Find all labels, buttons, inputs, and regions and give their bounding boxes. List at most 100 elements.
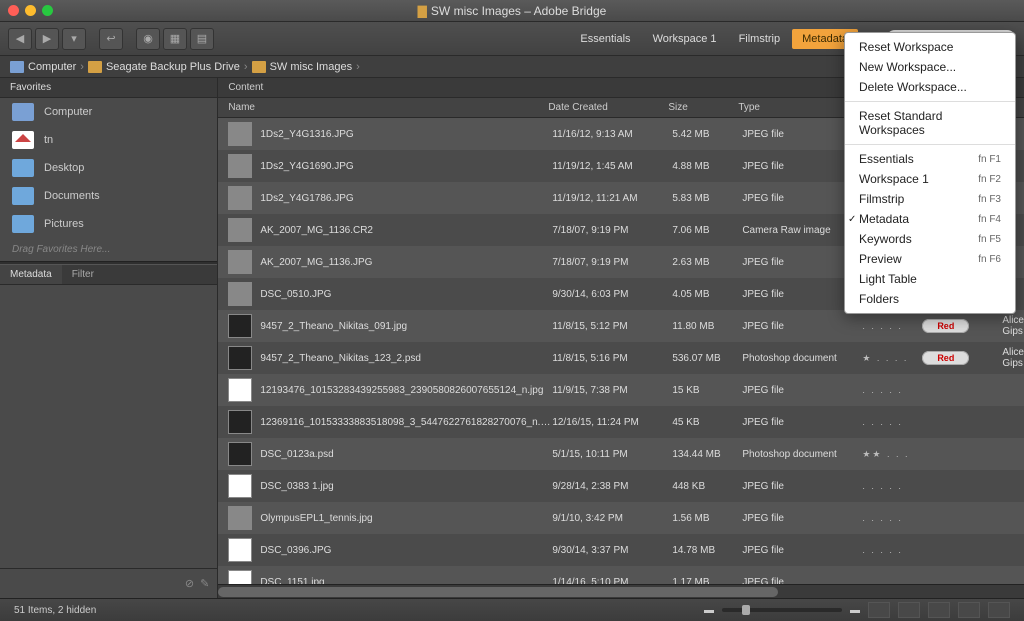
column-name[interactable]: Name [218, 102, 548, 113]
workspace-menu-item[interactable]: Previewfn F6 [845, 249, 1015, 269]
file-rating: . . . . . [862, 321, 922, 331]
workspace-menu-item[interactable]: Reset Workspace [845, 37, 1015, 57]
workspace-menu-item[interactable]: ✓Metadatafn F4 [845, 209, 1015, 229]
workspace-menu-item[interactable]: Workspace 1fn F2 [845, 169, 1015, 189]
file-size: 536.07 MB [672, 353, 742, 364]
favorite-item[interactable]: Desktop [0, 154, 217, 182]
file-row[interactable]: DSC_1151.jpg 1/14/16, 5:10 PM 1.17 MB JP… [218, 566, 1024, 584]
file-date: 9/28/14, 2:38 PM [552, 481, 672, 492]
folder-icon [12, 187, 34, 205]
thumbnail-slider[interactable] [722, 608, 842, 612]
file-date: 9/30/14, 6:03 PM [552, 289, 672, 300]
file-date: 5/1/15, 10:11 PM [552, 449, 672, 460]
file-label: Red [922, 353, 1002, 364]
file-date: 11/19/12, 11:21 AM [552, 193, 672, 204]
file-creator: Alice Gips [1002, 347, 1024, 369]
thumbnail [228, 122, 252, 146]
file-size: 14.78 MB [672, 545, 742, 556]
favorite-label: Documents [44, 190, 100, 202]
workspace-menu-item[interactable]: Reset Standard Workspaces [845, 106, 1015, 140]
file-type: JPEG file [742, 481, 862, 492]
thumbnail [228, 154, 252, 178]
workspace-tab-workspace1[interactable]: Workspace 1 [643, 29, 727, 49]
filter-panel-tab[interactable]: Filter [62, 265, 104, 284]
file-row[interactable]: 12369116_10153333883518098_3_54476227618… [218, 406, 1024, 438]
favorite-item[interactable]: Pictures [0, 210, 217, 238]
file-name: 12193476_10153283439255983_2390580826007… [260, 385, 552, 396]
workspace-tab-essentials[interactable]: Essentials [570, 29, 640, 49]
favorite-item[interactable]: Computer [0, 98, 217, 126]
minimize-window-button[interactable] [25, 5, 36, 16]
file-label: Red [922, 321, 1002, 332]
file-name: 9457_2_Theano_Nikitas_123_2.psd [260, 353, 552, 364]
column-type[interactable]: Type [738, 102, 858, 113]
file-type: Photoshop document [742, 353, 862, 364]
zoom-out-icon[interactable]: ▬ [704, 605, 714, 616]
file-row[interactable]: DSC_0123a.psd 5/1/15, 10:11 PM 134.44 MB… [218, 438, 1024, 470]
file-rating: . . . . . [862, 385, 922, 395]
file-date: 11/8/15, 5:16 PM [552, 353, 672, 364]
thumbnail [228, 282, 252, 306]
zoom-in-icon[interactable]: ▬ [850, 605, 860, 616]
file-rating: . . . . . [862, 481, 922, 491]
file-row[interactable]: 9457_2_Theano_Nikitas_123_2.psd 11/8/15,… [218, 342, 1024, 374]
workspace-menu-item[interactable]: Keywordsfn F5 [845, 229, 1015, 249]
close-window-button[interactable] [8, 5, 19, 16]
boomerang-icon[interactable]: ↩ [99, 28, 123, 50]
column-date[interactable]: Date Created [548, 102, 668, 113]
computer-icon [12, 103, 34, 121]
file-size: 134.44 MB [672, 449, 742, 460]
file-row[interactable]: DSC_0383 1.jpg 9/28/14, 2:38 PM 448 KB J… [218, 470, 1024, 502]
file-size: 4.05 MB [672, 289, 742, 300]
breadcrumb-drive[interactable]: Seagate Backup Plus Drive [88, 61, 240, 73]
workspace-menu-item[interactable]: New Workspace... [845, 57, 1015, 77]
workspace-menu-item[interactable]: Folders [845, 289, 1015, 309]
left-sidebar: Favorites ComputertnDesktop Documents Pict… [0, 78, 218, 598]
label-chip: Red [922, 351, 969, 365]
nav-back-button[interactable]: ◀ [8, 28, 32, 50]
view-list-button[interactable] [988, 602, 1010, 618]
reveal-button[interactable]: ▾ [62, 28, 86, 50]
view-details-button[interactable] [958, 602, 980, 618]
workspace-menu-item[interactable]: Light Table [845, 269, 1015, 289]
refine-icon[interactable]: ▦ [163, 28, 187, 50]
file-name: DSC_0383 1.jpg [260, 481, 552, 492]
file-row[interactable]: 12193476_10153283439255983_2390580826007… [218, 374, 1024, 406]
zoom-window-button[interactable] [42, 5, 53, 16]
file-date: 11/8/15, 5:12 PM [552, 321, 672, 332]
breadcrumb-computer[interactable]: Computer [10, 61, 76, 73]
file-rating: . . . . . [862, 417, 922, 427]
file-size: 1.17 MB [672, 577, 742, 585]
view-thumb-button[interactable] [928, 602, 950, 618]
favorite-item[interactable]: tn [0, 126, 217, 154]
file-rating: ★ . . . . [862, 353, 922, 364]
file-type: JPEG file [742, 545, 862, 556]
file-size: 7.06 MB [672, 225, 742, 236]
output-icon[interactable]: ▤ [190, 28, 214, 50]
view-lock-button[interactable] [868, 602, 890, 618]
favorites-panel-title[interactable]: Favorites [0, 78, 217, 98]
favorite-item[interactable]: Documents [0, 182, 217, 210]
thumbnail [228, 410, 252, 434]
nav-forward-button[interactable]: ▶ [35, 28, 59, 50]
horizontal-scrollbar[interactable] [218, 584, 1024, 598]
breadcrumb-folder[interactable]: SW misc Images [252, 61, 353, 73]
file-date: 7/18/07, 9:19 PM [552, 225, 672, 236]
file-row[interactable]: 9457_2_Theano_Nikitas_091.jpg 11/8/15, 5… [218, 310, 1024, 342]
camera-icon[interactable]: ◉ [136, 28, 160, 50]
home-icon [12, 131, 34, 149]
workspace-menu-item[interactable]: Filmstripfn F3 [845, 189, 1015, 209]
view-grid-button[interactable] [898, 602, 920, 618]
workspace-tab-filmstrip[interactable]: Filmstrip [729, 29, 791, 49]
new-icon[interactable]: ✎ [200, 577, 209, 590]
thumbnail [228, 186, 252, 210]
cancel-icon[interactable]: ⊘ [185, 577, 194, 590]
workspace-menu-item[interactable]: Delete Workspace... [845, 77, 1015, 97]
metadata-panel-tab[interactable]: Metadata [0, 265, 62, 284]
titlebar: ▇SW misc Images – Adobe Bridge [0, 0, 1024, 22]
file-row[interactable]: DSC_0396.JPG 9/30/14, 3:37 PM 14.78 MB J… [218, 534, 1024, 566]
file-row[interactable]: OlympusEPL1_tennis.jpg 9/1/10, 3:42 PM 1… [218, 502, 1024, 534]
column-size[interactable]: Size [668, 102, 738, 113]
file-rating: . . . . . [862, 545, 922, 555]
workspace-menu-item[interactable]: Essentialsfn F1 [845, 149, 1015, 169]
